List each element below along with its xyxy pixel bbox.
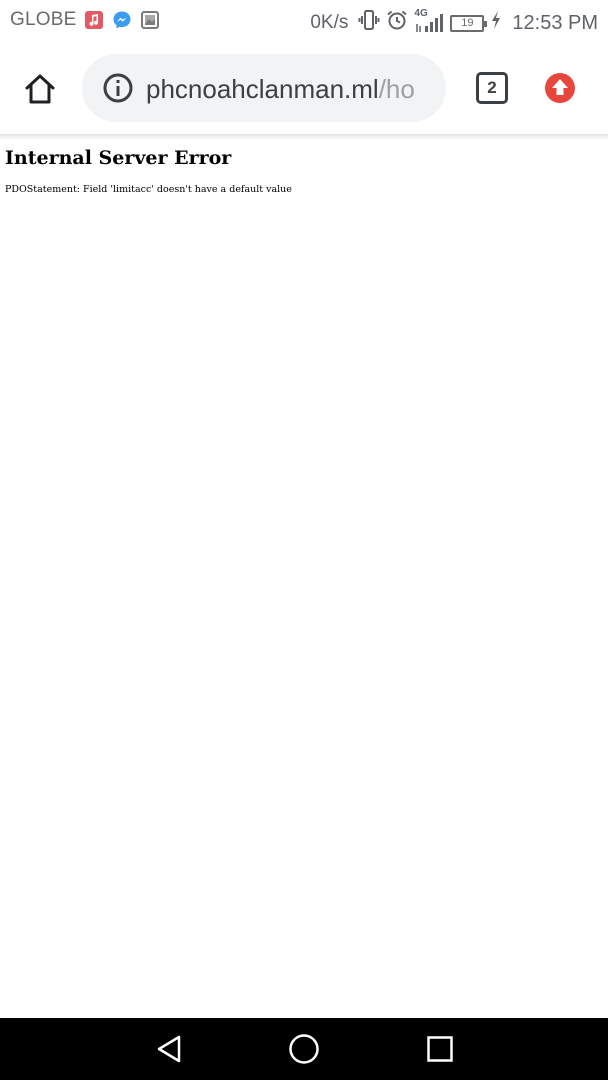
vibrate-icon: [358, 9, 380, 37]
tab-switcher-button[interactable]: 2: [476, 72, 508, 104]
carrier-name: GLOBE: [10, 9, 77, 30]
network-speed: 0K/s: [310, 12, 349, 33]
status-bar: GLOBE 0K/s 4G 19 12:53 PM: [0, 0, 608, 42]
messenger-icon: [112, 10, 132, 30]
nav-home-button[interactable]: [288, 1033, 320, 1065]
address-bar[interactable]: phcnoahclanman.ml/ho: [82, 54, 446, 122]
browser-toolbar: phcnoahclanman.ml/ho 2: [0, 42, 608, 134]
phone-screen: GLOBE 0K/s 4G 19 12:53 PM phcnoahclanman…: [0, 0, 608, 1080]
error-message: PDOStatement: Field 'limitacc' doesn't h…: [5, 184, 292, 195]
gallery-icon: [140, 10, 160, 30]
url-domain: phcnoahclanman.ml: [146, 74, 379, 104]
music-icon: [84, 10, 104, 30]
page-title: Internal Server Error: [5, 147, 232, 169]
status-clock: 12:53 PM: [512, 11, 598, 34]
status-bar-right: 0K/s 4G 19 12:53 PM: [310, 8, 598, 37]
nav-back-button[interactable]: [154, 1033, 186, 1065]
url-text[interactable]: phcnoahclanman.ml/ho: [146, 72, 430, 106]
signal-4g-icon: 4G: [414, 8, 444, 34]
navigation-bar: [0, 1018, 608, 1080]
nav-recents-button[interactable]: [424, 1033, 456, 1065]
url-path: /ho: [378, 74, 415, 104]
update-icon[interactable]: [544, 72, 576, 104]
alarm-icon: [386, 9, 408, 37]
tab-count: 2: [487, 78, 497, 97]
status-bar-left: GLOBE: [10, 9, 160, 31]
back-icon: [157, 1035, 181, 1063]
home-button[interactable]: [20, 69, 60, 109]
charging-icon: [490, 10, 502, 36]
web-page-content: Internal Server Error PDOStatement: Fiel…: [0, 140, 608, 1018]
recents-icon: [427, 1036, 453, 1062]
battery-level: 19: [461, 17, 474, 29]
battery-icon: 19: [450, 14, 488, 32]
home-circle-icon: [289, 1034, 319, 1064]
info-icon[interactable]: [102, 72, 134, 104]
home-icon: [25, 74, 55, 104]
